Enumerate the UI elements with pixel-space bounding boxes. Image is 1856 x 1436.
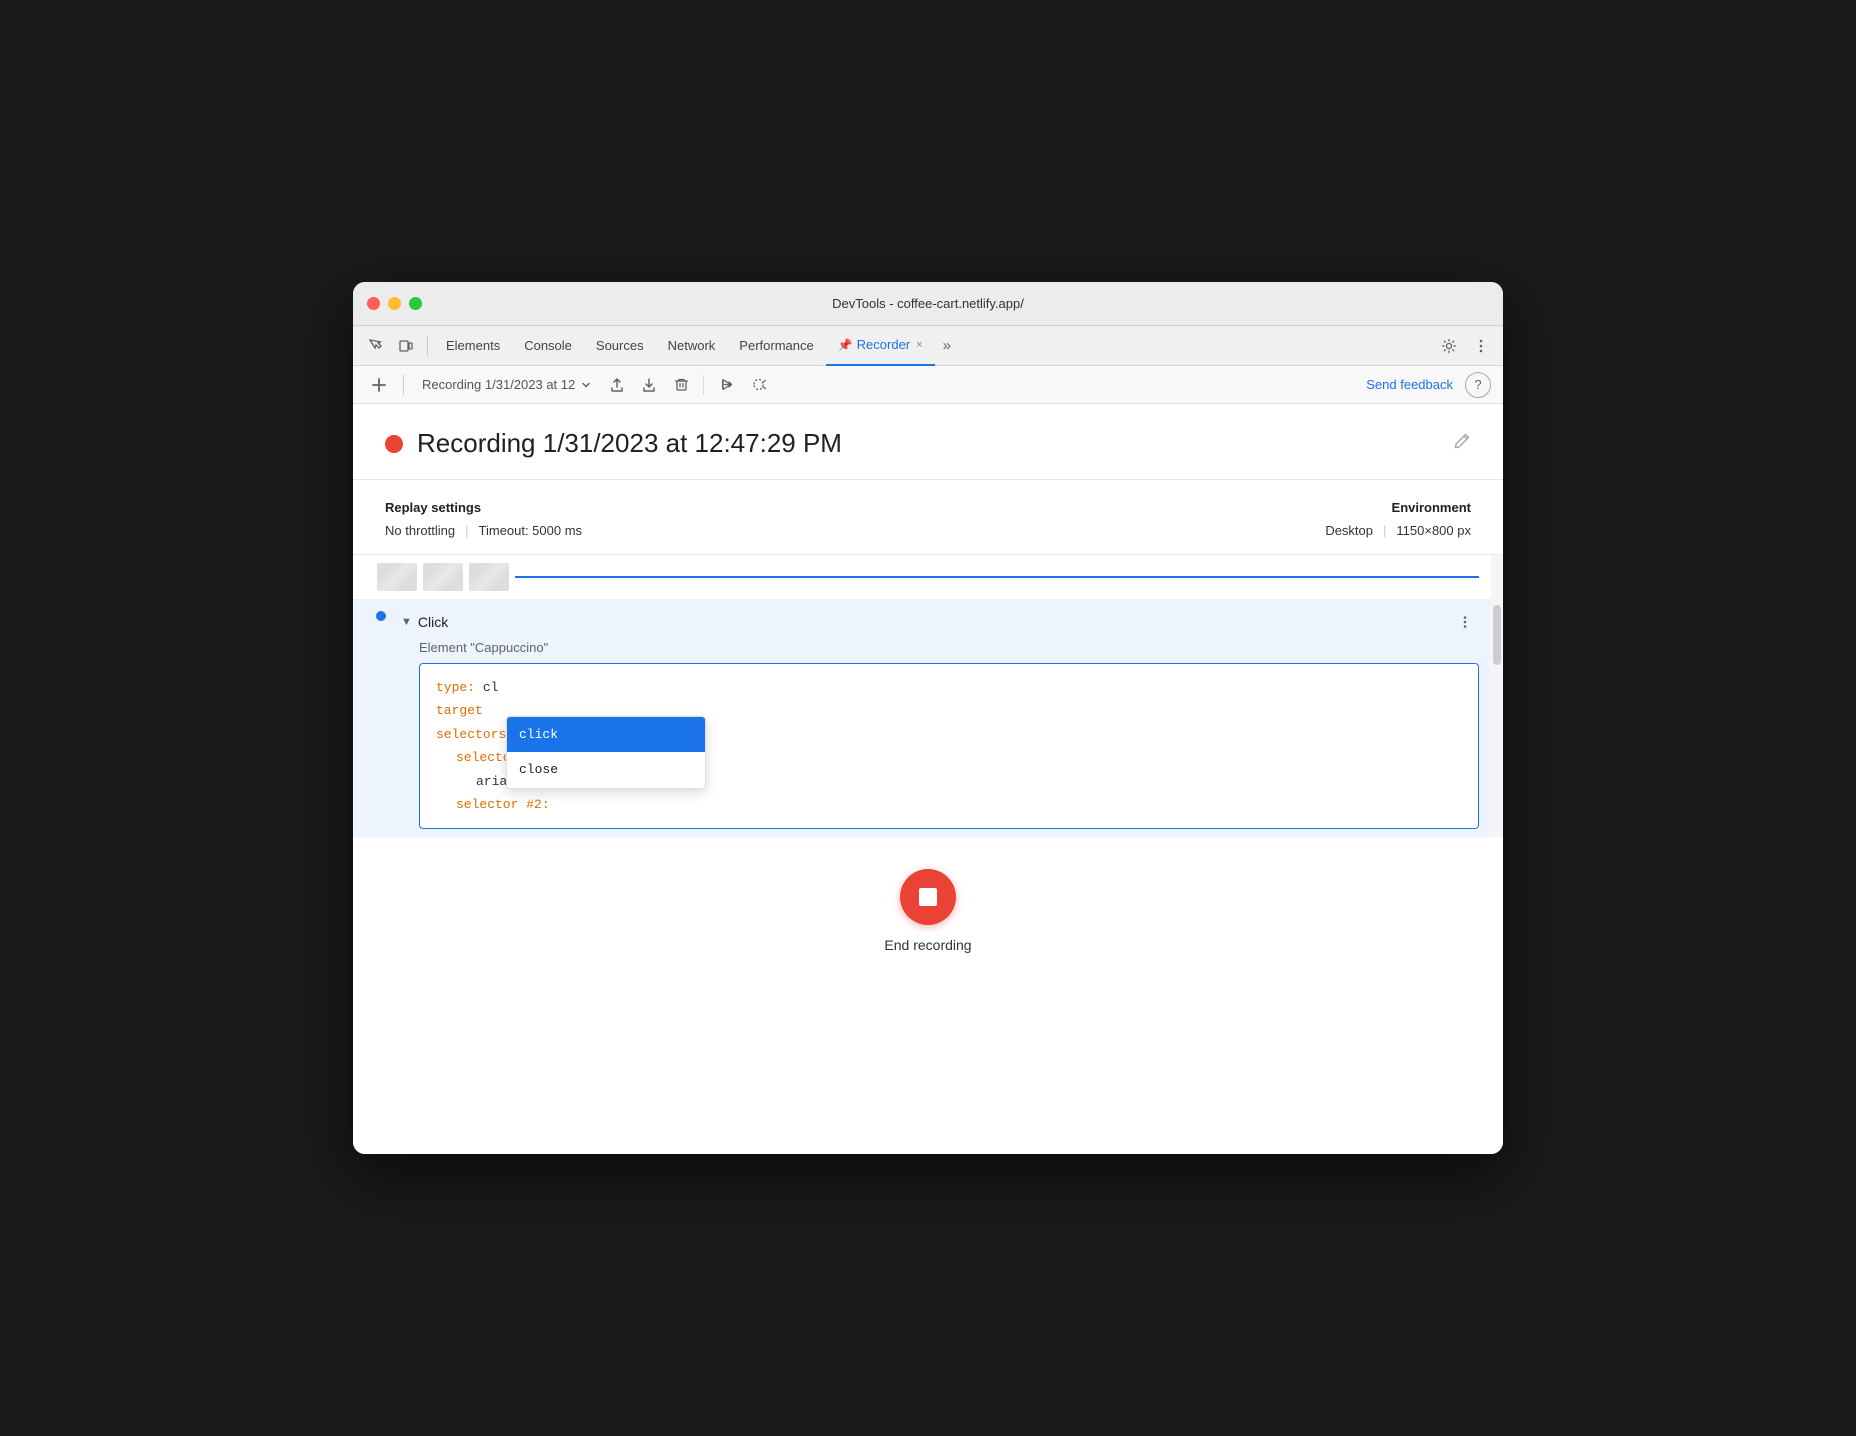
code-line-selector2: selector #2:	[436, 793, 1462, 816]
step-bullet	[376, 611, 386, 621]
step-collapse-icon[interactable]: ▼	[401, 616, 412, 628]
settings-separator: |	[465, 523, 468, 538]
devtools-window: DevTools - coffee-cart.netlify.app/ Elem…	[353, 282, 1503, 1154]
replay-settings-section: Replay settings No throttling | Timeout:…	[385, 500, 582, 538]
traffic-lights	[367, 297, 422, 310]
step-name: Click	[418, 614, 448, 630]
thumbnail-row	[353, 555, 1503, 600]
toolbar-divider-1	[403, 375, 404, 395]
more-options-icon[interactable]	[1467, 332, 1495, 360]
delete-button[interactable]	[667, 371, 695, 399]
thumbnail-1	[377, 563, 417, 591]
minimize-button[interactable]	[388, 297, 401, 310]
record-button[interactable]	[744, 371, 772, 399]
steps-area: ▼ Click Element "Cappuccino" ty	[353, 555, 1503, 837]
tab-network[interactable]: Network	[656, 326, 728, 366]
environment-section: Environment Desktop | 1150×800 px	[1325, 500, 1471, 538]
import-button[interactable]	[635, 371, 663, 399]
titlebar: DevTools - coffee-cart.netlify.app/	[353, 282, 1503, 326]
tab-divider	[427, 336, 428, 356]
recording-indicator	[385, 435, 403, 453]
recorder-toolbar: Recording 1/31/2023 at 12	[353, 366, 1503, 404]
tab-more[interactable]: »	[935, 326, 959, 366]
recording-title: Recording 1/31/2023 at 12:47:29 PM	[417, 428, 1439, 459]
tabbar: Elements Console Sources Network Perform…	[353, 326, 1503, 366]
replay-settings-heading: Replay settings	[385, 500, 582, 515]
tab-performance[interactable]: Performance	[727, 326, 825, 366]
inspect-icon[interactable]	[361, 331, 391, 361]
main-content: Recording 1/31/2023 at 12:47:29 PM Repla…	[353, 404, 1503, 1154]
timeline-line	[515, 576, 1479, 578]
tab-settings-area	[1435, 332, 1495, 360]
tab-console[interactable]: Console	[512, 326, 584, 366]
maximize-button[interactable]	[409, 297, 422, 310]
recording-header: Recording 1/31/2023 at 12:47:29 PM	[353, 404, 1503, 480]
step-description: Element "Cappuccino"	[401, 640, 1479, 655]
scrollbar-thumb[interactable]	[1493, 605, 1501, 665]
timeout-value: Timeout: 5000 ms	[478, 523, 582, 538]
tab-elements[interactable]: Elements	[434, 326, 512, 366]
end-recording-button[interactable]	[900, 869, 956, 925]
tab-sources[interactable]: Sources	[584, 326, 656, 366]
send-feedback-button[interactable]: Send feedback	[1358, 373, 1461, 396]
stop-icon	[919, 888, 937, 906]
settings-gear-icon[interactable]	[1435, 332, 1463, 360]
new-recording-button[interactable]	[365, 371, 393, 399]
export-button[interactable]	[603, 371, 631, 399]
autocomplete-dropdown: click close	[506, 716, 706, 789]
device-icon[interactable]	[391, 331, 421, 361]
recording-name-selector[interactable]: Recording 1/31/2023 at 12	[414, 371, 599, 399]
scrollbar-track[interactable]	[1491, 555, 1503, 837]
window-title: DevTools - coffee-cart.netlify.app/	[832, 296, 1024, 311]
autocomplete-item-click[interactable]: click	[507, 717, 705, 752]
help-button[interactable]: ?	[1465, 372, 1491, 398]
thumbnail-3	[469, 563, 509, 591]
step-more-button[interactable]	[1451, 608, 1479, 636]
step-bullet-col	[369, 608, 393, 621]
toolbar-divider-2	[703, 375, 704, 395]
environment-heading: Environment	[1325, 500, 1471, 515]
step-click: ▼ Click Element "Cappuccino" ty	[353, 600, 1503, 837]
env-separator: |	[1383, 523, 1386, 538]
end-recording-label: End recording	[884, 937, 971, 953]
autocomplete-item-close[interactable]: close	[507, 752, 705, 787]
close-button[interactable]	[367, 297, 380, 310]
resolution-value: 1150×800 px	[1396, 523, 1471, 538]
step-content: ▼ Click Element "Cappuccino" ty	[393, 608, 1479, 829]
thumbnail-2	[423, 563, 463, 591]
replay-settings: Replay settings No throttling | Timeout:…	[353, 480, 1503, 555]
tab-close-icon[interactable]: ×	[916, 339, 922, 351]
recorder-pin-icon: 📌	[838, 338, 853, 352]
device-value: Desktop	[1325, 523, 1373, 538]
throttling-value: No throttling	[385, 523, 455, 538]
code-editor[interactable]: type: cl target selectors: selector #1:	[419, 663, 1479, 829]
play-button[interactable]	[712, 371, 740, 399]
tab-recorder[interactable]: 📌 Recorder ×	[826, 326, 935, 366]
step-header: ▼ Click	[401, 608, 1479, 636]
edit-title-icon[interactable]	[1453, 432, 1471, 455]
end-recording-area: End recording	[353, 837, 1503, 985]
code-line-type: type: cl	[436, 676, 1462, 699]
